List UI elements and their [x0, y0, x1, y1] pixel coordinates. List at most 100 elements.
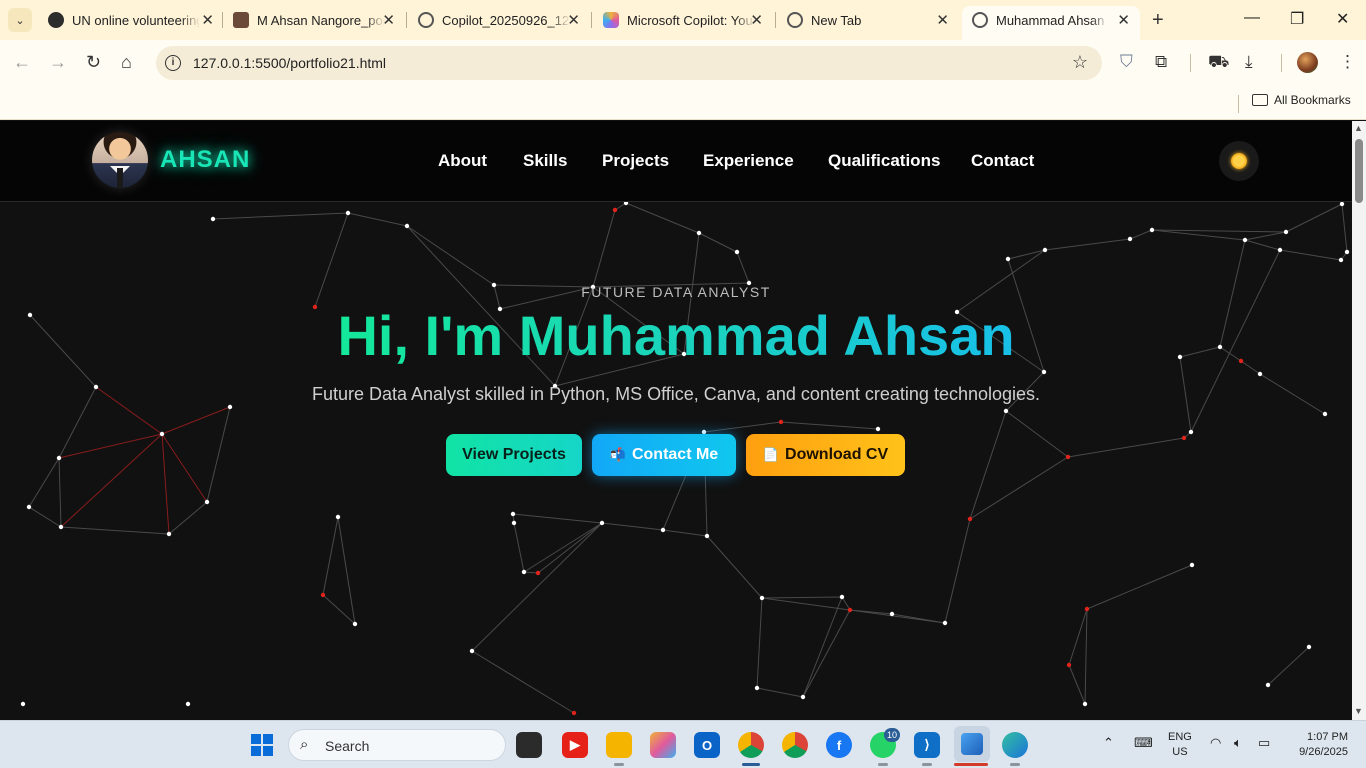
language-indicator[interactable]: ENG US	[1168, 730, 1192, 760]
browser-tab-bar: ⌄ UN online volunteering ✕ M Ahsan Nango…	[0, 0, 1366, 40]
close-icon[interactable]: ✕	[936, 11, 949, 29]
chrome-icon[interactable]	[782, 732, 808, 758]
nav-link-skills[interactable]: Skills	[523, 151, 567, 171]
taskbar-search[interactable]: ⌕ Search	[288, 729, 506, 761]
network-node	[875, 426, 881, 432]
scrollbar-thumb[interactable]	[1355, 139, 1363, 203]
system-clock[interactable]: 1:07 PM 9/26/2025	[1290, 730, 1348, 760]
tab-portfolio[interactable]: M Ahsan Nangore_portfolio ✕	[233, 6, 395, 34]
windows-start-icon[interactable]	[251, 734, 273, 756]
page-scrollbar[interactable]: ▲ ▼	[1352, 121, 1366, 720]
chrome-profile-icon[interactable]	[738, 732, 764, 758]
theme-toggle-button[interactable]	[1219, 141, 1259, 181]
network-link	[802, 609, 851, 698]
network-node	[778, 419, 784, 425]
tab-active-portfolio[interactable]: Muhammad Ahsan — Portfolio ✕	[962, 6, 1140, 40]
restore-icon[interactable]: ❐	[1290, 9, 1304, 29]
globe-icon	[418, 12, 434, 28]
new-tab-button[interactable]: +	[1152, 9, 1164, 32]
view-projects-button[interactable]: View Projects	[446, 434, 582, 476]
network-link	[206, 406, 231, 503]
app-active-indicator	[742, 763, 760, 766]
network-link	[1044, 238, 1131, 251]
reload-icon[interactable]: ↻	[86, 52, 101, 73]
tab-label: M Ahsan Nangore_portfolio	[257, 12, 385, 28]
bookmarks-separator	[1238, 95, 1239, 113]
network-link	[58, 433, 163, 459]
forward-arrow-icon[interactable]: →	[49, 52, 67, 73]
site-info-icon[interactable]: i	[165, 55, 181, 71]
all-bookmarks-button[interactable]: All Bookmarks	[1252, 93, 1351, 107]
outlook-icon[interactable]: O	[694, 732, 720, 758]
tab-microsoft-copilot[interactable]: Microsoft Copilot: Your AI companion ✕	[603, 6, 763, 34]
network-link	[1068, 664, 1086, 705]
language-code: ENG	[1168, 731, 1192, 743]
close-icon[interactable]: ✕	[201, 11, 214, 29]
url-text[interactable]: 127.0.0.1:5500/portfolio21.html	[193, 55, 386, 71]
photos-app-highlight[interactable]	[954, 726, 990, 762]
network-link	[841, 596, 851, 611]
home-icon[interactable]: ⌂	[121, 52, 132, 73]
nav-link-projects[interactable]: Projects	[602, 151, 669, 171]
copilot-icon	[603, 12, 619, 28]
tab-separator	[775, 12, 776, 28]
download-icon[interactable]: ⤓	[1245, 52, 1253, 72]
network-node	[704, 533, 710, 539]
network-link	[802, 596, 843, 698]
close-icon[interactable]: ✕	[567, 11, 580, 29]
wifi-icon[interactable]: ◠	[1210, 735, 1221, 751]
hero-subtitle: Future Data Analyst skilled in Python, M…	[311, 384, 1041, 404]
tab-un-volunteering[interactable]: UN online volunteering ✕	[48, 6, 214, 34]
network-link	[161, 406, 231, 435]
tab-copilot-file[interactable]: Copilot_20250926_12 ✕	[418, 6, 580, 34]
network-link	[698, 232, 738, 253]
network-node	[159, 431, 165, 437]
network-node	[1149, 227, 1155, 233]
avatar[interactable]	[92, 132, 148, 188]
nav-link-experience[interactable]: Experience	[703, 151, 794, 171]
performance-icon[interactable]: ⛟	[1208, 52, 1229, 74]
close-icon[interactable]: ✕	[1117, 11, 1130, 29]
profile-avatar[interactable]	[1297, 52, 1318, 73]
edge-icon[interactable]	[1002, 732, 1028, 758]
tab-new-tab[interactable]: New Tab ✕	[787, 6, 949, 34]
file-explorer-icon[interactable]	[606, 732, 632, 758]
network-node	[612, 207, 618, 213]
copilot-icon[interactable]	[650, 732, 676, 758]
battery-icon[interactable]: ▭	[1258, 735, 1270, 751]
close-icon[interactable]: ✕	[382, 11, 395, 29]
tab-search-chevron-icon[interactable]: ⌄	[8, 8, 32, 32]
globe-icon	[972, 12, 988, 28]
chrome-icon	[787, 12, 803, 28]
tab-label: New Tab	[811, 12, 862, 28]
network-link	[1129, 229, 1153, 240]
window-close-icon[interactable]: ✕	[1336, 9, 1349, 29]
scroll-up-arrow-icon[interactable]: ▲	[1354, 123, 1363, 133]
nav-link-about[interactable]: About	[438, 151, 487, 171]
network-link	[523, 522, 603, 573]
volume-icon[interactable]: 🔈︎	[1234, 735, 1242, 751]
vscode-icon[interactable]: ⟩	[914, 732, 940, 758]
more-menu-icon[interactable]: ⋮	[1339, 52, 1356, 72]
bookmark-star-icon[interactable]: ☆	[1072, 52, 1088, 73]
youtube-icon[interactable]: ▶	[562, 732, 588, 758]
facebook-icon[interactable]: f	[826, 732, 852, 758]
extensions-puzzle-icon[interactable]: ⧉	[1155, 52, 1167, 72]
keyboard-icon[interactable]: ⌨	[1134, 735, 1153, 751]
address-bar[interactable]: i 127.0.0.1:5500/portfolio21.html ☆	[156, 46, 1102, 80]
nav-link-contact[interactable]: Contact	[971, 151, 1034, 171]
brand-logo-text[interactable]: AHSAN	[160, 146, 250, 174]
task-view-icon[interactable]	[516, 732, 542, 758]
minimize-icon[interactable]: —	[1244, 9, 1260, 27]
network-node	[800, 694, 806, 700]
download-cv-button[interactable]: 📄 Download CV	[746, 434, 905, 476]
close-icon[interactable]: ✕	[750, 11, 763, 29]
back-arrow-icon[interactable]: ←	[13, 52, 31, 73]
all-bookmarks-label: All Bookmarks	[1274, 93, 1351, 107]
nav-link-qualifications[interactable]: Qualifications	[828, 151, 940, 171]
shield-extension-icon[interactable]: ⛉	[1120, 52, 1133, 72]
network-link	[969, 456, 1069, 520]
contact-me-button[interactable]: 📬 Contact Me	[592, 434, 736, 476]
show-hidden-icons-chevron-icon[interactable]: ⌃	[1103, 735, 1114, 751]
scroll-down-arrow-icon[interactable]: ▼	[1354, 706, 1363, 716]
